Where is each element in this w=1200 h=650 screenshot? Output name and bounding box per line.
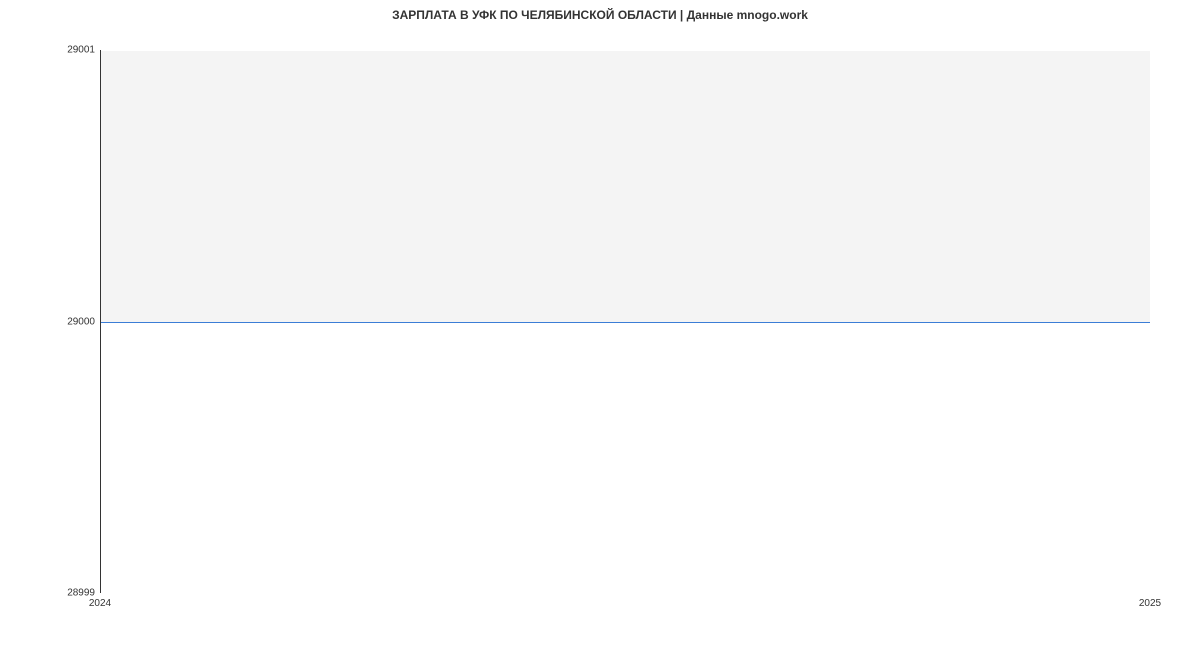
y-tick-28999: 28999	[67, 588, 95, 599]
chart-container: ЗАРПЛАТА В УФК ПО ЧЕЛЯБИНСКОЙ ОБЛАСТИ | …	[0, 0, 1200, 650]
gridline-y-top	[101, 50, 1150, 51]
chart-title: ЗАРПЛАТА В УФК ПО ЧЕЛЯБИНСКОЙ ОБЛАСТИ | …	[0, 8, 1200, 22]
x-tick-2024: 2024	[89, 598, 111, 609]
y-tick-29000: 29000	[67, 316, 95, 327]
plot-area	[100, 50, 1150, 593]
y-tick-29001: 29001	[67, 45, 95, 56]
x-tick-2025: 2025	[1139, 598, 1161, 609]
plot-lower-bg	[101, 323, 1150, 593]
